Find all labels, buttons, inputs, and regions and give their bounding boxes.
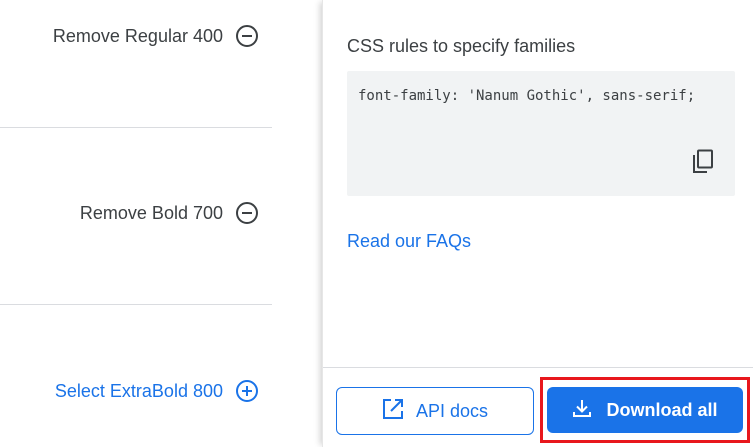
read-faqs-link[interactable]: Read our FAQs	[347, 231, 471, 252]
css-rules-heading: CSS rules to specify families	[347, 36, 576, 56]
selected-family-drawer: CSS rules to specify families font-famil…	[322, 0, 753, 447]
download-all-label: Download all	[606, 399, 718, 420]
style-row-label: Remove Bold 700	[79, 202, 223, 223]
download-highlight-frame: Download all	[540, 377, 750, 443]
footer-divider	[323, 367, 753, 368]
row-divider	[0, 304, 272, 305]
minus-circle-icon	[235, 201, 259, 225]
style-row-label: Select ExtraBold 800	[54, 380, 223, 401]
download-all-button[interactable]: Download all	[547, 387, 743, 433]
open-in-new-icon	[382, 398, 404, 425]
row-divider	[0, 127, 272, 128]
minus-circle-icon	[235, 24, 259, 48]
select-extrabold-800-button[interactable]: Select ExtraBold 800	[55, 379, 259, 403]
css-code-text: font-family: 'Nanum Gothic', sans-serif;	[358, 88, 696, 104]
remove-bold-700-button[interactable]: Remove Bold 700	[80, 201, 259, 225]
download-icon	[572, 398, 592, 423]
api-docs-label: API docs	[415, 400, 489, 421]
copy-code-button[interactable]	[689, 149, 717, 179]
copy-icon	[691, 149, 715, 180]
plus-circle-icon	[235, 379, 259, 403]
remove-regular-400-button[interactable]: Remove Regular 400	[53, 24, 259, 48]
style-row-label: Remove Regular 400	[52, 25, 223, 46]
css-code-block: font-family: 'Nanum Gothic', sans-serif;	[347, 71, 735, 196]
api-docs-button[interactable]: API docs	[336, 387, 534, 435]
app-root: Remove Regular 400 Remove Bold 700 Selec…	[0, 0, 753, 447]
styles-panel: Remove Regular 400 Remove Bold 700 Selec…	[0, 0, 272, 447]
